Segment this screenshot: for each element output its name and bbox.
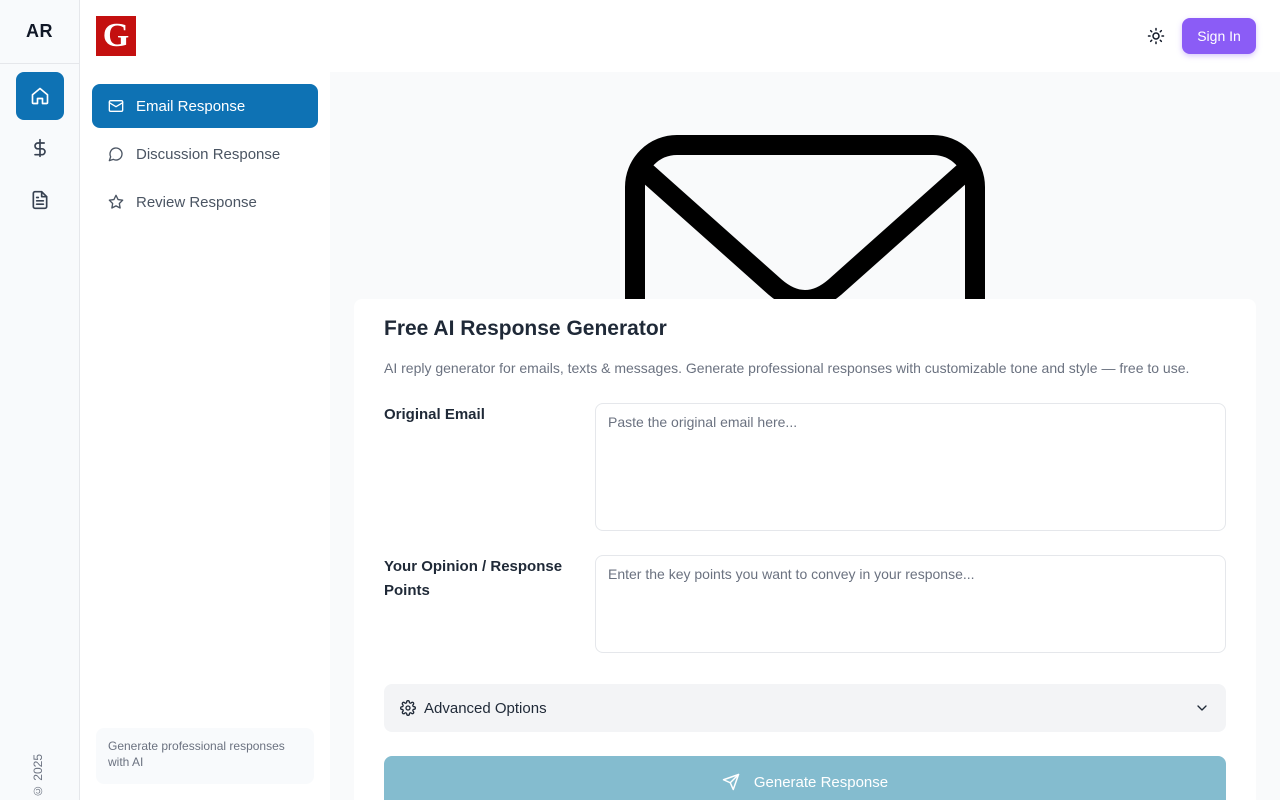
original-email-input[interactable] — [595, 403, 1226, 531]
star-icon — [108, 194, 124, 209]
rail-brand[interactable]: AR — [0, 0, 79, 64]
main-content: Free AI Response Generator AI reply gene… — [330, 72, 1280, 800]
sun-icon — [1147, 27, 1165, 45]
advanced-options-toggle[interactable]: Advanced Options — [384, 684, 1226, 732]
site-logo[interactable]: G — [96, 16, 136, 56]
mail-icon — [108, 100, 124, 112]
copyright-text: © 2025 — [31, 753, 45, 798]
rail-pricing-button[interactable] — [16, 124, 64, 172]
rail-home-button[interactable] — [16, 72, 64, 120]
generate-response-button[interactable]: Generate Response — [384, 756, 1226, 800]
gear-icon — [400, 700, 416, 716]
chevron-down-icon — [1197, 705, 1207, 711]
rail-docs-button[interactable] — [16, 176, 64, 224]
sidebar-item-label: Email Response — [136, 97, 246, 115]
original-email-label: Original Email — [384, 406, 485, 423]
page-title: Free AI Response Generator — [384, 317, 667, 340]
icon-rail: AR © 2025 — [0, 0, 80, 800]
opinion-label: Your Opinion / Response Points — [384, 558, 563, 599]
chat-icon — [108, 147, 123, 162]
sidebar-item-label: Review Response — [136, 193, 257, 211]
send-icon — [722, 773, 740, 791]
sidebar-item-review-response[interactable]: Review Response — [92, 180, 318, 224]
dollar-icon — [34, 138, 46, 158]
sidebar-item-label: Discussion Response — [136, 145, 281, 163]
sign-in-button[interactable]: Sign In — [1182, 18, 1256, 54]
sidebar-item-discussion-response[interactable]: Discussion Response — [92, 132, 318, 176]
document-icon — [32, 190, 48, 210]
theme-toggle-button[interactable] — [1142, 22, 1170, 50]
sidebar-footer-text: Generate professional responses with AI — [96, 728, 314, 784]
tool-sidebar: Email Response Discussion Response Revie… — [80, 72, 330, 800]
opinion-input[interactable] — [595, 555, 1226, 653]
generate-response-label: Generate Response — [753, 773, 889, 791]
sidebar-item-email-response[interactable]: Email Response — [92, 84, 318, 128]
home-icon — [31, 87, 49, 105]
page-subtitle: AI reply generator for emails, texts & m… — [384, 360, 1190, 376]
advanced-options-label: Advanced Options — [424, 699, 547, 717]
generator-card: Free AI Response Generator AI reply gene… — [354, 299, 1256, 800]
